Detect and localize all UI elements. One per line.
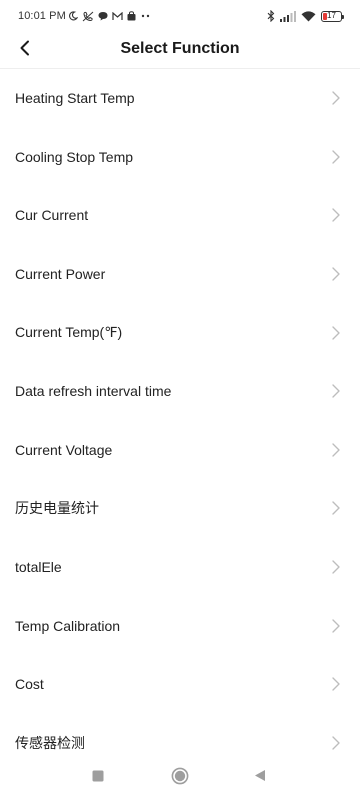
list-item-label: Cur Current bbox=[15, 207, 89, 224]
list-item-label: Current Power bbox=[15, 266, 106, 283]
mail-icon bbox=[112, 11, 123, 21]
battery-icon: 17 bbox=[321, 10, 344, 22]
chat-icon bbox=[98, 11, 108, 21]
list-item-current-temp[interactable]: Current Temp(℉) bbox=[0, 303, 360, 362]
bag-icon bbox=[127, 11, 136, 21]
list-item-label: 传感器检测 bbox=[15, 734, 85, 751]
list-item-heating-start-temp[interactable]: Heating Start Temp bbox=[0, 69, 360, 128]
home-icon bbox=[171, 767, 189, 790]
status-time: 10:01 PM bbox=[18, 10, 66, 22]
page-title: Select Function bbox=[120, 40, 240, 57]
chevron-right-icon bbox=[332, 267, 340, 281]
function-list: Heating Start Temp Cooling Stop Temp Cur… bbox=[0, 69, 360, 755]
signal-icon bbox=[280, 10, 296, 22]
list-item-label: Data refresh interval time bbox=[15, 383, 172, 400]
system-icons: 17 bbox=[267, 9, 344, 23]
chevron-right-icon bbox=[332, 677, 340, 691]
battery-level-text: 17 bbox=[327, 10, 336, 20]
list-item-label: Current Voltage bbox=[15, 441, 113, 458]
list-item-label: totalEle bbox=[15, 559, 62, 576]
list-item-current-power[interactable]: Current Power bbox=[0, 245, 360, 304]
list-item-cost[interactable]: Cost bbox=[0, 655, 360, 714]
chevron-right-icon bbox=[332, 91, 340, 105]
bluetooth-icon bbox=[267, 10, 275, 22]
call-muted-icon bbox=[82, 11, 94, 22]
back-triangle-icon bbox=[254, 769, 266, 787]
header: Select Function bbox=[0, 34, 360, 66]
chevron-right-icon bbox=[332, 208, 340, 223]
recent-apps-button[interactable] bbox=[86, 766, 110, 790]
list-item-label: Cooling Stop Temp bbox=[15, 148, 134, 165]
list-item-label: 历史电量统计 bbox=[15, 500, 99, 517]
list-item-power-history[interactable]: 历史电量统计 bbox=[0, 479, 360, 538]
status-bar: 10:01 PM 17 bbox=[0, 0, 360, 34]
list-item-data-refresh-interval[interactable]: Data refresh interval time bbox=[0, 362, 360, 421]
chevron-right-icon bbox=[332, 618, 340, 633]
wifi-icon bbox=[301, 10, 316, 22]
chevron-right-icon bbox=[332, 736, 340, 750]
list-item-label: Current Temp(℉) bbox=[15, 324, 123, 341]
moon-icon bbox=[68, 11, 78, 21]
chevron-right-icon bbox=[332, 560, 340, 574]
list-item-total-ele[interactable]: totalEle bbox=[0, 538, 360, 597]
list-item-cooling-stop-temp[interactable]: Cooling Stop Temp bbox=[0, 128, 360, 187]
list-item-temp-calibration[interactable]: Temp Calibration bbox=[0, 596, 360, 655]
list-item-cur-current[interactable]: Cur Current bbox=[0, 186, 360, 245]
chevron-right-icon bbox=[332, 443, 340, 457]
back-nav-button[interactable] bbox=[248, 766, 272, 790]
notification-icons bbox=[68, 9, 152, 23]
list-item-current-voltage[interactable]: Current Voltage bbox=[0, 421, 360, 480]
chevron-right-icon bbox=[332, 501, 340, 516]
chevron-right-icon bbox=[332, 325, 340, 340]
more-dots-icon bbox=[140, 13, 152, 19]
list-item-label: Cost bbox=[15, 676, 44, 693]
list-item-sensor-detection[interactable]: 传感器检测 bbox=[0, 714, 360, 755]
home-button[interactable] bbox=[168, 766, 192, 790]
list-item-label: Heating Start Temp bbox=[15, 90, 135, 107]
navigation-bar bbox=[0, 756, 360, 800]
chevron-right-icon bbox=[332, 150, 340, 164]
recent-apps-icon bbox=[92, 769, 104, 787]
list-item-label: Temp Calibration bbox=[15, 617, 121, 634]
chevron-right-icon bbox=[332, 384, 340, 398]
